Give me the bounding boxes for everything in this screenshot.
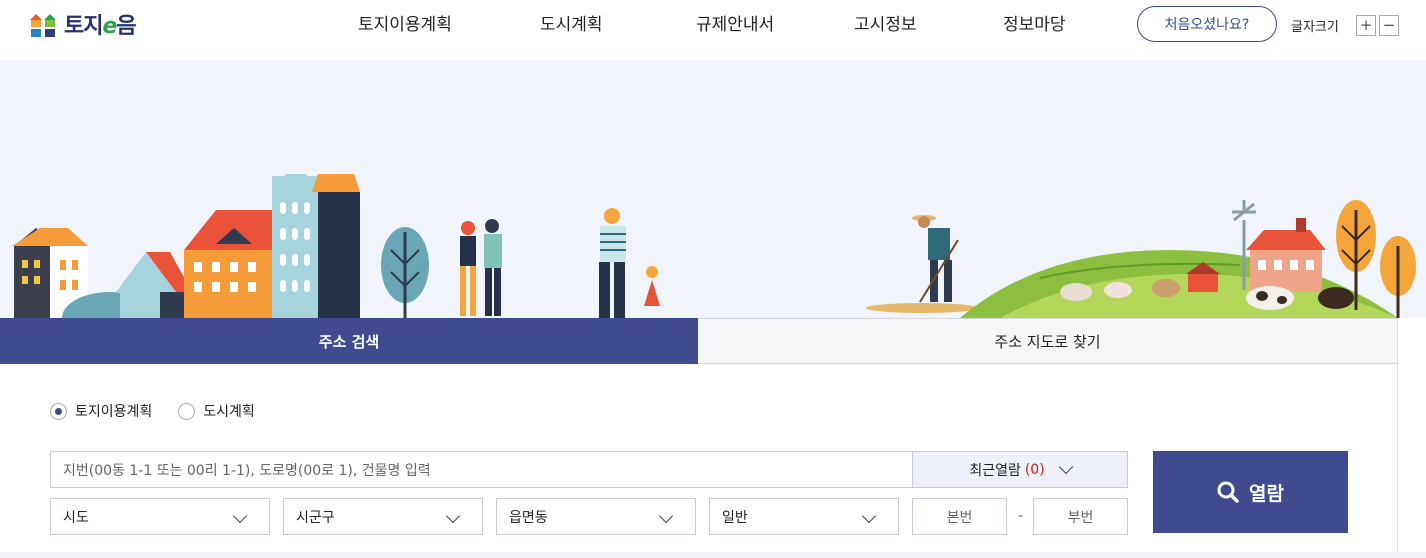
hero-scene-image: [12, 174, 1416, 318]
font-size-label: 글자크기: [1291, 20, 1339, 35]
sigungu-select-value: 시군구: [296, 509, 335, 526]
first-visit-button[interactable]: 처음오셨나요?: [1137, 6, 1277, 42]
bottom-divider: [0, 552, 1426, 558]
recent-views-count: (0): [1024, 461, 1045, 478]
address-search-input[interactable]: 지번(00동 1-1 또는 00리 1-1), 도로명(00로 1), 건물명 …: [50, 451, 913, 488]
lot-type-select-value: 일반: [722, 509, 748, 526]
eupmyeondong-select-value: 읍면동: [509, 509, 548, 526]
radio-land-use[interactable]: [50, 402, 67, 420]
chevron-down-icon: [861, 508, 877, 524]
recent-views-label: 최근열람: [969, 462, 1021, 479]
nav-urban-plan[interactable]: 도시계획: [540, 10, 603, 35]
recent-views-dropdown[interactable]: 최근열람 (0): [912, 451, 1128, 488]
nav-info-plaza[interactable]: 정보마당: [1003, 10, 1066, 35]
logo-text: 토지e음: [64, 14, 137, 39]
house-logo-icon: [30, 14, 56, 37]
font-increase-button[interactable]: +: [1356, 15, 1376, 36]
sido-select-value: 시도: [63, 509, 89, 526]
sigungu-select[interactable]: 시군구: [283, 498, 483, 535]
site-logo[interactable]: 토지e음: [28, 8, 137, 40]
chevron-down-icon: [1058, 459, 1073, 475]
radio-urban-plan-label[interactable]: 도시계획: [203, 401, 255, 421]
site-header: 토지e음 토지이용계획 도시계획 규제안내서 고시정보 정보마당 처음오셨나요?…: [0, 0, 1426, 60]
nav-land-use-plan[interactable]: 토지이용계획: [358, 10, 452, 35]
radio-land-use-label[interactable]: 토지이용계획: [75, 401, 152, 421]
nav-regulation-guide[interactable]: 규제안내서: [696, 10, 774, 35]
search-tabs: 주소 검색 주소 지도로 찾기: [0, 318, 1398, 364]
open-search-button[interactable]: 열람: [1153, 451, 1348, 533]
open-search-button-label: 열람: [1249, 482, 1284, 505]
eupmyeondong-select[interactable]: 읍면동: [496, 498, 696, 535]
font-decrease-button[interactable]: −: [1379, 15, 1399, 36]
search-icon: [1217, 481, 1239, 503]
lot-number-separator: -: [1018, 508, 1024, 524]
hero-illustration: [0, 60, 1426, 318]
main-lot-number-input[interactable]: 본번: [912, 498, 1007, 535]
radio-urban-plan[interactable]: [178, 402, 196, 420]
chevron-down-icon: [445, 508, 461, 524]
lot-type-select[interactable]: 일반: [709, 498, 899, 535]
tab-address-search[interactable]: 주소 검색: [0, 318, 698, 364]
nav-notice-info[interactable]: 고시정보: [854, 10, 917, 35]
search-type-radio-group: 토지이용계획 도시계획: [50, 401, 281, 421]
sub-lot-number-input[interactable]: 부번: [1033, 498, 1128, 535]
chevron-down-icon: [232, 508, 248, 524]
sido-select[interactable]: 시도: [50, 498, 270, 535]
chevron-down-icon: [658, 508, 674, 524]
tab-map-search[interactable]: 주소 지도로 찾기: [698, 318, 1398, 364]
